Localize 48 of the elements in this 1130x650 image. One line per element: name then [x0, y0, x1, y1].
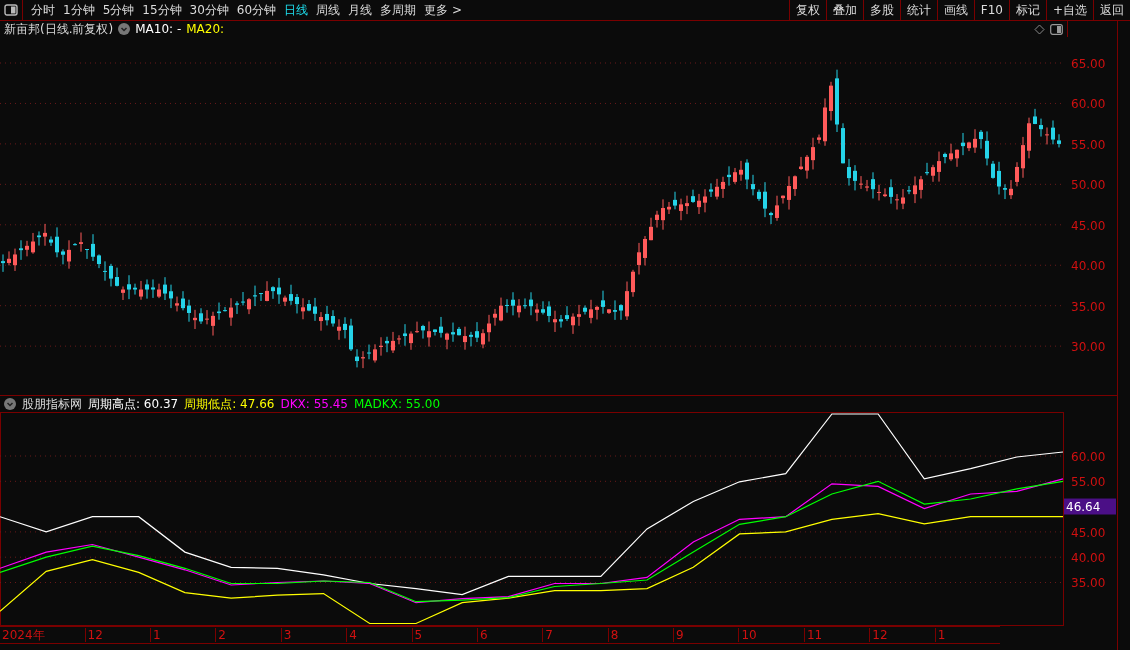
date-label: 12 — [84, 628, 150, 642]
indicator-value: MA10: - — [135, 22, 182, 36]
axis-label: 50.00 — [1071, 178, 1106, 193]
axis-label: 60.00 — [1071, 97, 1106, 112]
period-tab[interactable]: 15分钟 — [138, 1, 186, 19]
axis-label: 55.00 — [1071, 475, 1106, 490]
period-tab[interactable]: 多周期 — [376, 1, 421, 19]
indicator-value: MADKX: 55.00 — [354, 397, 441, 411]
date-label: 2024年 — [1, 626, 46, 644]
period-tab[interactable]: 分时 — [27, 1, 59, 19]
period-tab[interactable]: 60分钟 — [232, 1, 281, 19]
date-label: 6 — [476, 628, 543, 642]
date-label: 8 — [607, 628, 674, 642]
indicator-name: 股朋指标网 — [22, 395, 82, 413]
indicator-value: 周期高点: 60.37 — [88, 395, 179, 413]
period-tab[interactable]: 日线 — [280, 1, 313, 19]
axis-label: 30.00 — [1071, 340, 1106, 355]
date-label: 4 — [346, 628, 412, 642]
axis-label: 35.00 — [1071, 576, 1106, 591]
date-label: 10 — [738, 628, 804, 642]
date-label: 12 — [869, 628, 935, 642]
chart-title: 新亩邦(日线.前复权) — [4, 20, 114, 38]
date-label: 9 — [673, 628, 739, 642]
period-tab[interactable]: 月线 — [344, 1, 377, 19]
date-label: 5 — [411, 628, 477, 642]
indicator-value: MA20: — [186, 22, 225, 36]
axis-label: 65.00 — [1071, 57, 1106, 71]
date-label: 3 — [280, 628, 347, 642]
axis-label: 40.00 — [1071, 551, 1106, 566]
period-tab[interactable]: 30分钟 — [185, 1, 233, 19]
date-label: 2 — [215, 628, 281, 642]
axis-label: 55.00 — [1071, 137, 1106, 152]
date-label: 7 — [542, 628, 608, 642]
price-marker: 46.64 — [1064, 498, 1116, 515]
axis-label: 60.00 — [1071, 450, 1106, 464]
date-label: 1 — [149, 628, 216, 642]
indicator-value: 周期低点: 47.66 — [184, 395, 275, 413]
axis-label: 35.00 — [1071, 299, 1106, 314]
axis-label: 45.00 — [1071, 525, 1106, 540]
date-label: 11 — [803, 628, 870, 642]
period-tab[interactable]: 周线 — [312, 1, 345, 19]
period-tab[interactable]: 更多 > — [420, 1, 466, 19]
period-tab[interactable]: 5分钟 — [98, 1, 139, 19]
indicator-value: DKX: 55.45 — [280, 397, 348, 411]
date-label: 1 — [934, 628, 1001, 642]
axis-label: 40.00 — [1071, 259, 1106, 274]
axis-label: 45.00 — [1071, 218, 1106, 233]
period-tab[interactable]: 1分钟 — [59, 1, 99, 19]
